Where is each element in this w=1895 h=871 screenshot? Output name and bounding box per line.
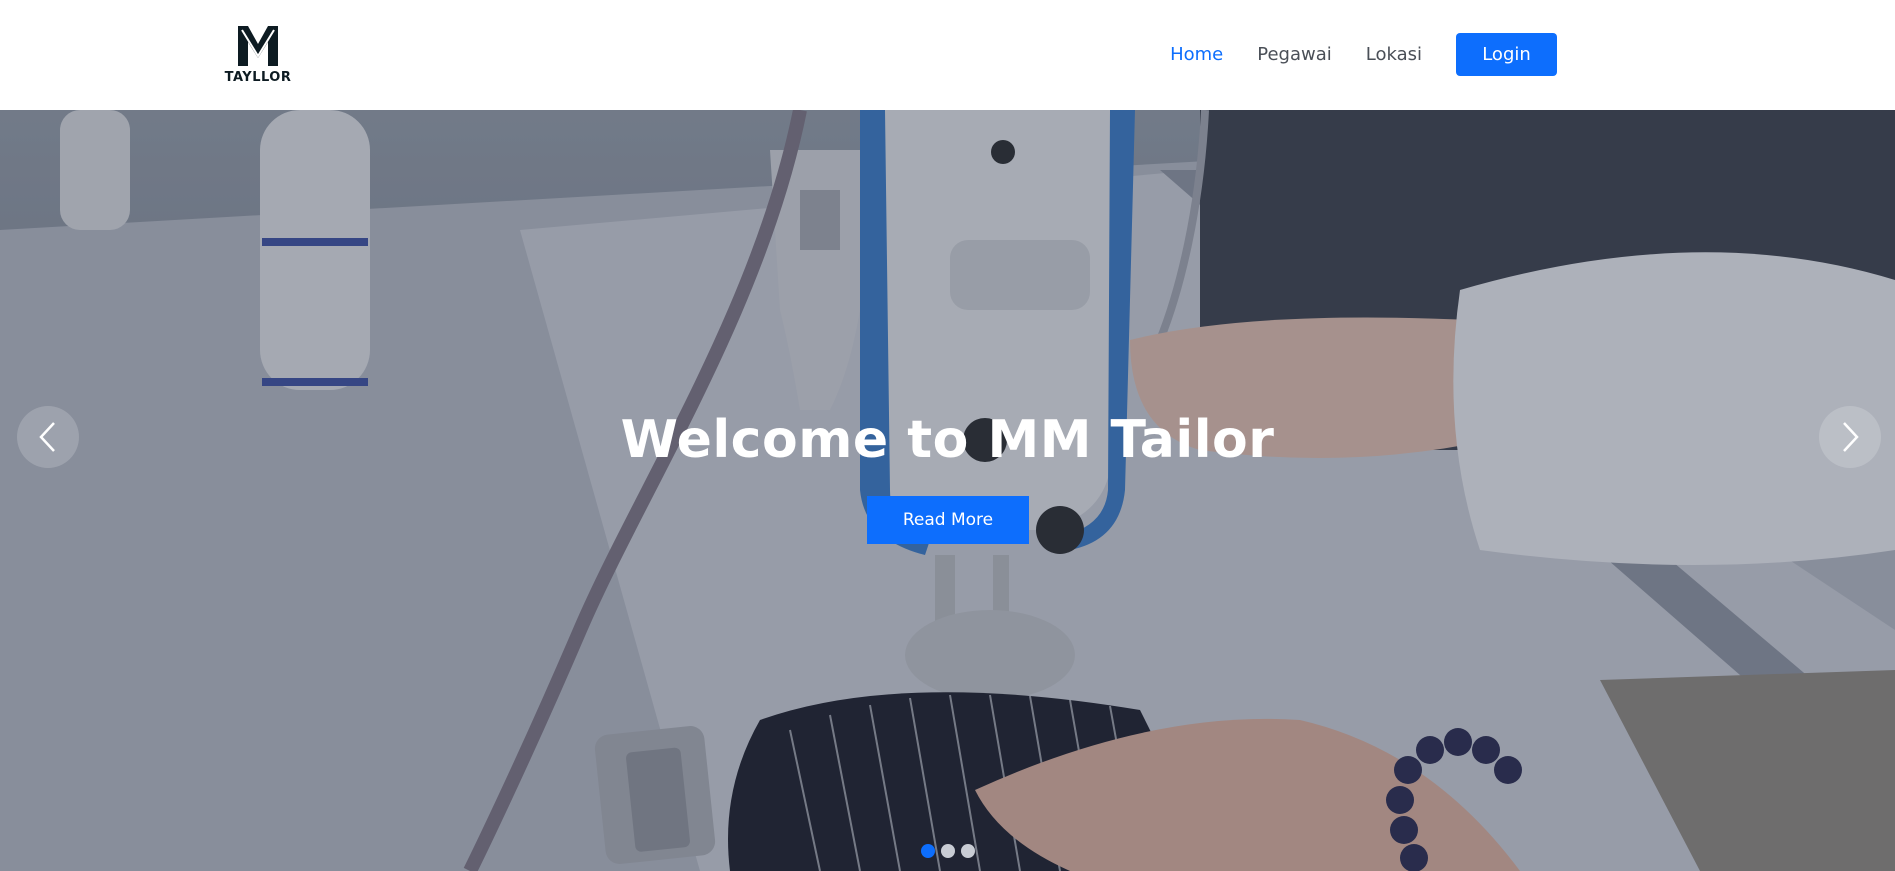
hero-title: Welcome to MM Tailor bbox=[620, 410, 1275, 470]
carousel-indicator-1[interactable] bbox=[921, 844, 935, 858]
carousel-indicator-3[interactable] bbox=[961, 844, 975, 858]
logo-text: TAYLLOR bbox=[224, 70, 292, 85]
carousel-indicator-2[interactable] bbox=[941, 844, 955, 858]
nav-links: Home Pegawai Lokasi Login bbox=[1170, 33, 1557, 76]
top-navbar: TAYLLOR Home Pegawai Lokasi Login bbox=[0, 0, 1895, 110]
nav-home[interactable]: Home bbox=[1170, 44, 1223, 65]
carousel-indicators bbox=[921, 844, 981, 858]
nav-pegawai[interactable]: Pegawai bbox=[1257, 44, 1332, 65]
mm-logo-icon bbox=[238, 26, 278, 66]
read-more-button[interactable]: Read More bbox=[867, 496, 1029, 544]
hero-overlay bbox=[0, 110, 1895, 871]
login-button[interactable]: Login bbox=[1456, 33, 1557, 76]
nav-lokasi[interactable]: Lokasi bbox=[1366, 44, 1422, 65]
hero-carousel: Welcome to MM Tailor Read More bbox=[0, 110, 1895, 871]
brand-logo[interactable]: TAYLLOR bbox=[222, 24, 294, 86]
